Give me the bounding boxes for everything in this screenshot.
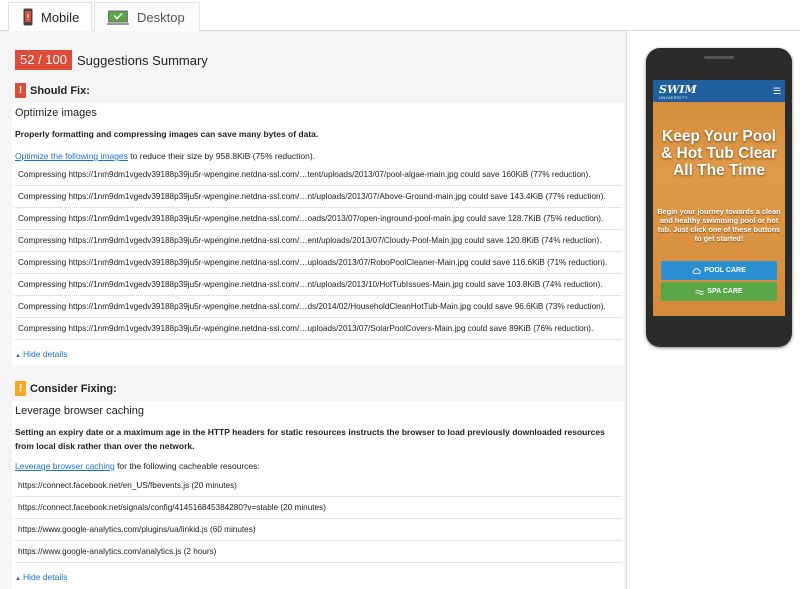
hide-details-link[interactable]: ▲ Hide details <box>15 349 67 359</box>
list-item: Compressing https://1nm9dm1vgedv39188p39… <box>14 186 621 208</box>
consider-fixing-heading: ! Consider Fixing: <box>15 381 117 396</box>
hide-details-link[interactable]: ▲ Hide details <box>15 572 67 582</box>
tab-mobile[interactable]: Mobile <box>8 2 92 32</box>
list-item: https://connect.facebook.net/en_US/fbeve… <box>14 475 621 497</box>
desktop-icon <box>107 10 129 25</box>
spa-care-button: SPA CARE <box>661 282 777 301</box>
phone-speaker <box>704 56 734 59</box>
menu-icon: ☰ <box>773 86 782 96</box>
mobile-preview-screen: SWIM UNIVERSITY ☰ Keep Your Pool & Hot T… <box>653 80 785 316</box>
rule-summary-line: Optimize the following images to reduce … <box>15 151 315 161</box>
optimize-images-list: Compressing https://1nm9dm1vgedv39188p39… <box>14 164 621 340</box>
caret-up-icon: ▲ <box>15 353 21 359</box>
list-item: https://connect.facebook.net/signals/con… <box>14 497 621 519</box>
browser-caching-list: https://connect.facebook.net/en_US/fbeve… <box>14 475 621 563</box>
list-item: Compressing https://1nm9dm1vgedv39188p39… <box>14 252 621 274</box>
list-item: https://www.google-analytics.com/analyti… <box>14 541 621 563</box>
caution-icon: ! <box>15 381 26 396</box>
page-title: Suggestions Summary <box>77 52 208 68</box>
tab-desktop[interactable]: Desktop <box>94 2 200 32</box>
browser-caching-link[interactable]: Leverage browser caching <box>15 461 115 471</box>
caret-up-icon: ▲ <box>15 576 21 582</box>
tab-desktop-label: Desktop <box>137 10 185 25</box>
score-row: 52 / 100 Suggestions Summary <box>15 50 208 70</box>
pool-care-label: POOL CARE <box>704 267 746 274</box>
hero-subline: Begin your journey towards a clean and h… <box>657 207 781 243</box>
spa-care-label: SPA CARE <box>707 288 743 295</box>
should-fix-label: Should Fix: <box>30 84 90 97</box>
hide-details-label: Hide details <box>22 349 68 359</box>
score-badge: 52 / 100 <box>15 50 72 70</box>
site-header: SWIM UNIVERSITY ☰ <box>653 80 785 102</box>
cloud-icon <box>692 267 701 274</box>
warning-icon: ! <box>15 83 26 98</box>
list-item: Compressing https://1nm9dm1vgedv39188p39… <box>14 230 621 252</box>
list-item: Compressing https://1nm9dm1vgedv39188p39… <box>14 274 621 296</box>
list-item: Compressing https://1nm9dm1vgedv39188p39… <box>14 296 621 318</box>
tab-mobile-label: Mobile <box>41 9 80 25</box>
site-logo-sub: UNIVERSITY <box>659 95 689 100</box>
pool-care-button: POOL CARE <box>661 261 777 280</box>
rule-summary-text: to reduce their size by 958.8KiB (75% re… <box>127 151 316 161</box>
hide-details-label: Hide details <box>22 572 68 582</box>
rule-summary-text: for the following cacheable resources: <box>114 461 260 471</box>
consider-fixing-label: Consider Fixing: <box>30 382 117 395</box>
list-item: Compressing https://1nm9dm1vgedv39188p39… <box>14 318 621 340</box>
list-item: Compressing https://1nm9dm1vgedv39188p39… <box>14 208 621 230</box>
should-fix-heading: ! Should Fix: <box>15 83 90 98</box>
wave-icon <box>695 289 705 295</box>
rule-description: Setting an expiry date or a maximum age … <box>15 427 605 451</box>
rule-summary-line: Leverage browser caching for the followi… <box>15 461 260 471</box>
mobile-icon <box>23 8 33 26</box>
list-item: https://www.google-analytics.com/plugins… <box>14 519 621 541</box>
rule-title-optimize-images[interactable]: Optimize images <box>15 107 97 119</box>
rule-description: Properly formatting and compressing imag… <box>15 129 319 139</box>
hero-headline: Keep Your Pool & Hot Tub Clear All The T… <box>661 128 777 179</box>
optimize-images-link[interactable]: Optimize the following images <box>15 151 128 161</box>
rule-title-browser-caching[interactable]: Leverage browser caching <box>15 405 144 417</box>
list-item: Compressing https://1nm9dm1vgedv39188p39… <box>14 164 621 186</box>
